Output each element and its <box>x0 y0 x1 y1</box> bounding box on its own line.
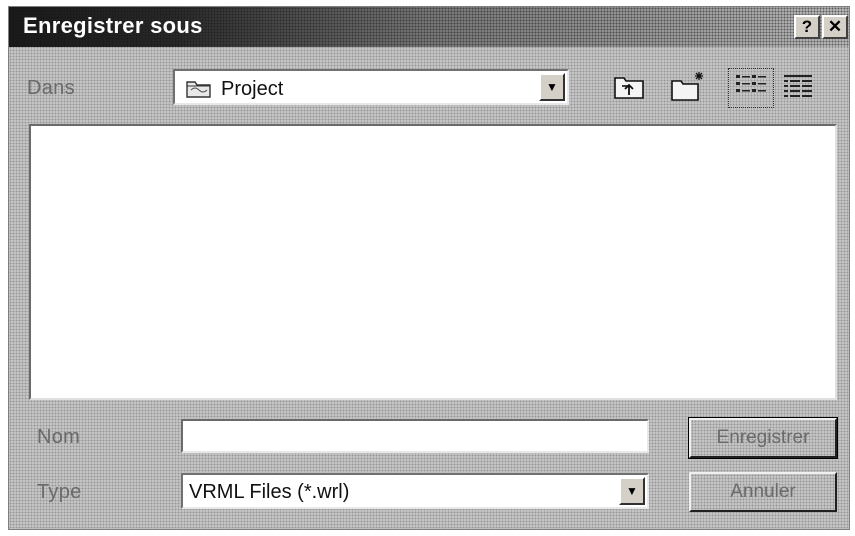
chevron-down-icon: ▼ <box>546 80 558 94</box>
up-one-level-button[interactable] <box>609 68 649 108</box>
help-icon: ? <box>801 17 813 36</box>
list-view-button[interactable] <box>728 68 774 108</box>
details-view-icon <box>781 71 815 106</box>
filetype-value: VRML Files (*.wrl) <box>189 481 350 503</box>
close-icon: ✕ <box>827 17 843 36</box>
location-dropdown-button[interactable]: ▼ <box>539 73 565 101</box>
up-one-level-icon <box>611 70 647 107</box>
new-folder-button[interactable] <box>667 68 709 108</box>
help-button[interactable]: ? <box>794 15 820 39</box>
filename-input[interactable] <box>181 419 649 453</box>
new-folder-icon <box>669 69 707 108</box>
save-button[interactable]: Enregistrer <box>688 417 838 459</box>
close-button[interactable]: ✕ <box>822 15 848 39</box>
list-view-icon <box>733 71 769 106</box>
location-label: Dans <box>27 77 75 99</box>
location-combobox[interactable]: Project ▼ <box>173 69 569 105</box>
filetype-label: Type <box>37 481 82 503</box>
file-list[interactable] <box>29 124 837 400</box>
title-bar[interactable]: Enregistrer sous ? ✕ <box>9 7 849 47</box>
save-as-dialog: Enregistrer sous ? ✕ Dans Project ▼ Nom … <box>8 6 850 530</box>
details-view-button[interactable] <box>777 68 819 108</box>
filename-label: Nom <box>37 426 81 448</box>
filetype-dropdown-button[interactable]: ▼ <box>619 477 645 505</box>
window-title: Enregistrer sous <box>23 13 203 38</box>
cancel-button-label: Annuler <box>730 481 796 502</box>
save-button-label: Enregistrer <box>716 427 810 448</box>
filetype-combobox[interactable]: VRML Files (*.wrl) ▼ <box>181 473 649 509</box>
chevron-down-icon: ▼ <box>626 484 638 498</box>
location-value: Project <box>221 78 284 100</box>
folder-icon <box>185 77 213 105</box>
cancel-button[interactable]: Annuler <box>689 472 837 512</box>
